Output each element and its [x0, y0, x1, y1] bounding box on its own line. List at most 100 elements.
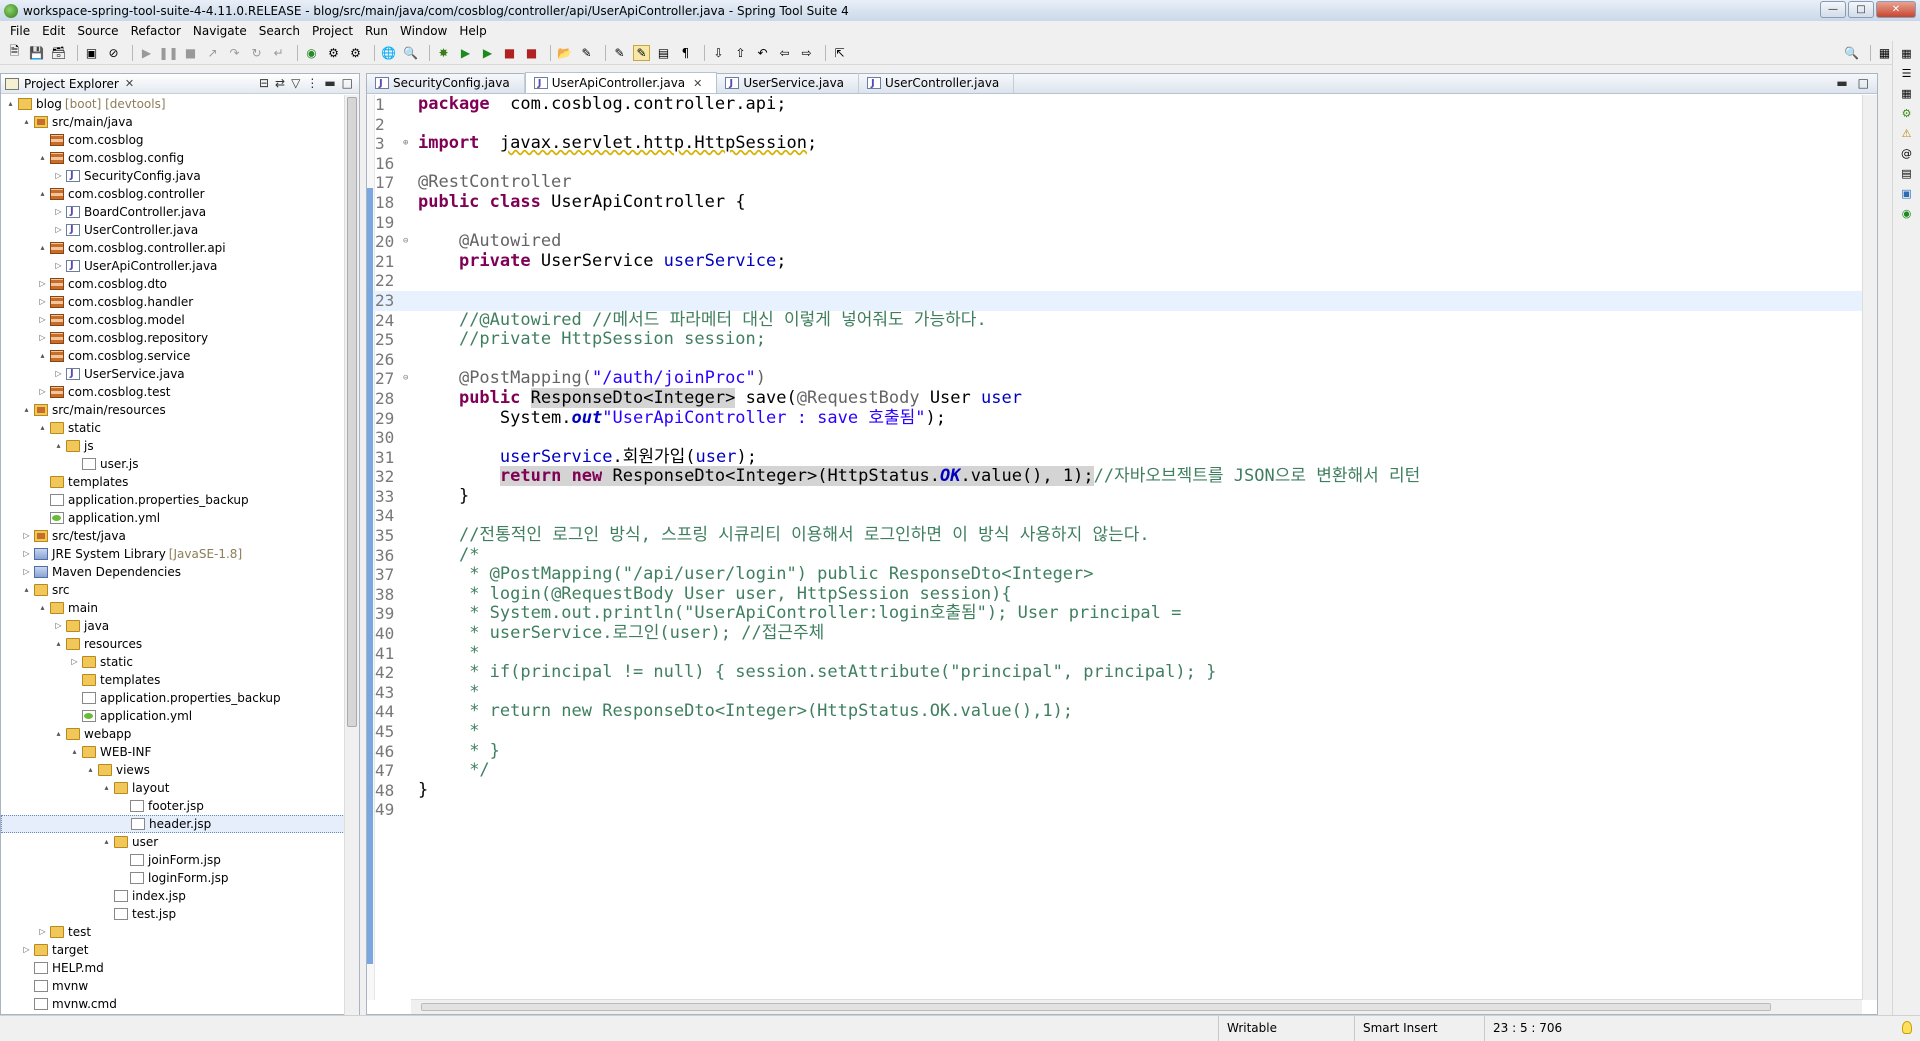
code-line[interactable]: 19 — [367, 213, 1863, 233]
menu-run[interactable]: Run — [359, 22, 394, 40]
tree-item[interactable]: ▴ src/main/resources — [1, 401, 345, 419]
new-spring-project-icon[interactable]: ⚙ — [325, 45, 342, 61]
minimize-button[interactable]: — — [1820, 1, 1846, 18]
tip-bulb-icon[interactable] — [1902, 1021, 1912, 1034]
problems-icon[interactable]: ⚠ — [1899, 127, 1915, 141]
menu-window[interactable]: Window — [394, 22, 453, 40]
next-annotation-icon[interactable]: ⇩ — [710, 45, 727, 61]
boot-dashboard-side-icon[interactable]: ◉ — [1899, 207, 1915, 221]
code-line[interactable]: 21 private UserService userService; — [367, 251, 1863, 272]
expanded-chevron-icon[interactable]: ▴ — [53, 437, 64, 455]
step-into-icon[interactable]: ↷ — [226, 45, 243, 61]
collapsed-chevron-icon[interactable]: ▷ — [69, 653, 80, 671]
forward-icon[interactable]: ⇨ — [798, 45, 815, 61]
toggle-highlight-icon[interactable]: ✎ — [633, 44, 650, 61]
restore-icon[interactable]: ▦ — [1899, 47, 1915, 61]
tree-item[interactable]: com.cosblog — [1, 131, 345, 149]
tree-item[interactable]: application.properties_backup — [1, 689, 345, 707]
menu-project[interactable]: Project — [306, 22, 359, 40]
open-type-icon[interactable]: 📂 — [556, 45, 573, 61]
expanded-chevron-icon[interactable]: ▴ — [69, 743, 80, 761]
tree-item[interactable]: ▷ UserService.java — [1, 365, 345, 383]
skip-breakpoints-icon[interactable]: ⊘ — [105, 45, 122, 61]
menu-refactor[interactable]: Refactor — [125, 22, 187, 40]
menu-navigate[interactable]: Navigate — [187, 22, 253, 40]
tree-item[interactable]: ▷ target — [1, 941, 345, 959]
expanded-chevron-icon[interactable]: ▴ — [37, 419, 48, 437]
tree-item[interactable]: index.jsp — [1, 887, 345, 905]
code-line[interactable]: 38 * login(@RequestBody User user, HttpS… — [367, 584, 1863, 605]
tree-item[interactable]: ▴ com.cosblog.controller — [1, 185, 345, 203]
spring-symbols-icon[interactable]: ⚙ — [1899, 107, 1915, 121]
link-with-editor-icon[interactable]: ⇄ — [275, 76, 285, 90]
menu-search[interactable]: Search — [253, 22, 306, 40]
editor-horizontal-scrollbar[interactable] — [411, 999, 1862, 1014]
tree-item[interactable]: footer.jsp — [1, 797, 345, 815]
close-tab-icon[interactable]: ✕ — [693, 74, 702, 93]
pin-editor-icon[interactable]: ⇱ — [831, 45, 848, 61]
editor-vertical-scrollbar[interactable] — [1862, 95, 1877, 1000]
code-line[interactable]: 44 * return new ResponseDto<Integer>(Htt… — [367, 702, 1863, 722]
disconnect-icon[interactable]: ↗ — [204, 45, 221, 61]
task-list-icon[interactable]: ☰ — [1899, 67, 1915, 81]
expand-fold-icon[interactable]: ⊕ — [403, 134, 408, 154]
code-line[interactable]: 29 System.out"UserApiController : save 호… — [367, 408, 1863, 429]
close-button[interactable]: ✕ — [1876, 1, 1916, 18]
spring-icon[interactable]: ⚙ — [347, 45, 364, 61]
code-line[interactable]: 16 — [367, 154, 1863, 174]
tree-item[interactable]: ▴ js — [1, 437, 345, 455]
tree-item[interactable]: application.yml — [1, 509, 345, 527]
code-line[interactable]: 33 } — [367, 486, 1863, 507]
collapsed-chevron-icon[interactable]: ▷ — [37, 293, 48, 311]
tree-item[interactable]: ▷ com.cosblog.model — [1, 311, 345, 329]
menu-edit[interactable]: Edit — [36, 22, 71, 40]
tab-usercontroller[interactable]: UserController.java — [859, 73, 1015, 93]
tree-item[interactable]: ▷ src/test/java — [1, 527, 345, 545]
tree-item[interactable]: ▴ src/main/java — [1, 113, 345, 131]
code-line[interactable]: 28 public ResponseDto<Integer> save(@Req… — [367, 387, 1863, 409]
step-over-icon[interactable]: ↻ — [248, 45, 265, 61]
expanded-chevron-icon[interactable]: ▴ — [37, 599, 48, 617]
tree-item[interactable]: ▴ src — [1, 581, 345, 599]
code-line[interactable]: 30 — [367, 428, 1863, 448]
code-line[interactable]: 46 * } — [367, 741, 1863, 762]
maximize-editor-icon[interactable]: □ — [1858, 76, 1869, 90]
menu-source[interactable]: Source — [71, 22, 124, 40]
tree-item[interactable]: test.jsp — [1, 905, 345, 923]
external-tools-icon[interactable]: ■ — [523, 45, 540, 61]
code-line[interactable]: 39 * System.out.println("UserApiControll… — [367, 604, 1863, 624]
collapsed-chevron-icon[interactable]: ▷ — [21, 545, 32, 563]
minimize-editor-icon[interactable]: ▬ — [1836, 76, 1847, 90]
code-line[interactable]: 47 */ — [367, 760, 1863, 781]
collapsed-chevron-icon[interactable]: ▷ — [21, 527, 32, 545]
tree-item[interactable]: ▴ resources — [1, 635, 345, 653]
back-icon[interactable]: ⇦ — [776, 45, 793, 61]
boot-dashboard-icon[interactable]: ◉ — [303, 45, 320, 61]
expanded-chevron-icon[interactable]: ▴ — [85, 761, 96, 779]
open-perspective-icon[interactable]: ▦ — [1876, 45, 1893, 61]
tree-item[interactable]: ▷ BoardController.java — [1, 203, 345, 221]
code-line[interactable]: 45 * — [367, 721, 1863, 742]
tree-item[interactable]: user.js — [1, 455, 345, 473]
tree-item[interactable]: ▴ webapp — [1, 725, 345, 743]
view-menu-icon[interactable]: ⋮ — [306, 76, 318, 90]
tree-item[interactable]: ▴ com.cosblog.service — [1, 347, 345, 365]
collapsed-chevron-icon[interactable]: ▷ — [37, 329, 48, 347]
tree-item[interactable]: joinForm.jsp — [1, 851, 345, 869]
code-line[interactable]: 26 — [367, 350, 1863, 370]
terminal-icon[interactable]: ▣ — [83, 45, 100, 61]
tree-item[interactable]: ▷ Maven Dependencies — [1, 563, 345, 581]
tree-item[interactable]: ▴ layout — [1, 779, 345, 797]
new-icon[interactable]: 🗎 — [6, 44, 23, 61]
code-line[interactable]: 18 public class UserApiController { — [367, 192, 1863, 213]
previous-annotation-icon[interactable]: ⇧ — [732, 45, 749, 61]
collapsed-chevron-icon[interactable]: ▷ — [21, 563, 32, 581]
collapsed-chevron-icon[interactable]: ▷ — [37, 383, 48, 401]
explorer-scrollbar[interactable] — [344, 95, 359, 1015]
code-line[interactable]: 3 ⊕ import javax.servlet.http.HttpSession; — [367, 133, 1863, 154]
tree-item[interactable]: ▷ JRE System Library [JavaSE-1.8] — [1, 545, 345, 563]
tree-item[interactable]: ▴ views — [1, 761, 345, 779]
collapse-fold-icon[interactable]: ⊖ — [403, 369, 408, 389]
terminate-icon[interactable]: ■ — [182, 45, 199, 61]
search-icon[interactable]: 🔍 — [1843, 45, 1860, 61]
